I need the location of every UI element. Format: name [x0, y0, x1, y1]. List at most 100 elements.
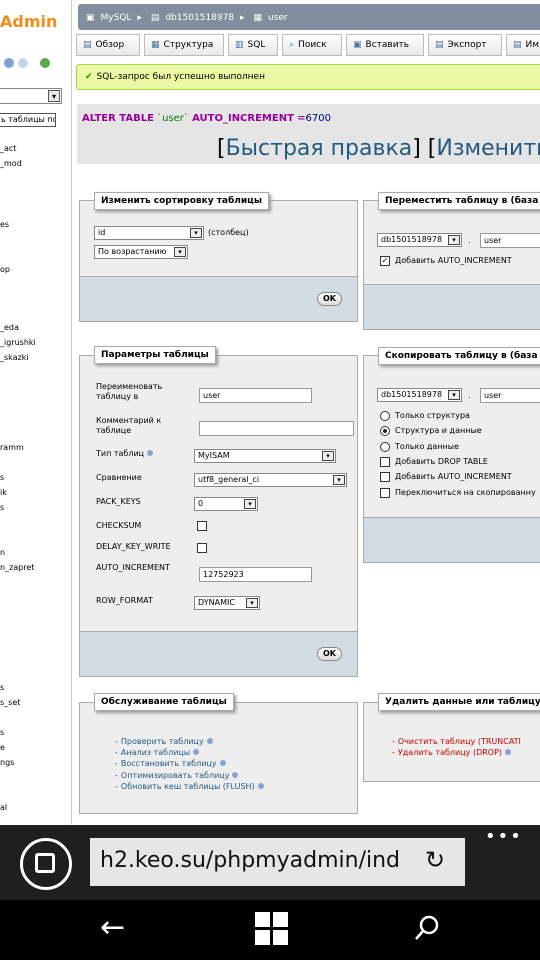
url-input[interactable]: h2.keo.su/phpmyadmin/ind	[90, 838, 465, 886]
table-type-label: Тип таблиц	[96, 449, 154, 458]
copy-auto-increment-label: Добавить AUTO_INCREMENT	[395, 472, 512, 481]
copy-drop-table-checkbox[interactable]	[380, 457, 390, 467]
main-content: ▣ MySQL ▸ ▤ db1501518978 ▸ ▦ user ▤ Обзор ▦ Стр…	[72, 0, 540, 825]
auto-increment-label: AUTO_INCREMENT	[96, 563, 170, 572]
more-icon[interactable]: •••	[485, 826, 523, 847]
sidebar-item[interactable]: _mod	[0, 159, 22, 168]
truncate-table-link[interactable]: Очистить таблицу (TRUNCATI	[398, 737, 521, 746]
params-fieldset	[79, 355, 358, 677]
copy-structure-and-data-radio[interactable]	[380, 426, 390, 436]
tab-export[interactable]: ▤ Экспорт	[428, 34, 502, 56]
move-dot: .	[468, 236, 471, 245]
chevron-down-icon: ▾	[246, 598, 258, 608]
copy-data-only-radio[interactable]	[380, 442, 390, 452]
drop-table-link[interactable]: Удалить таблицу (DROP)	[398, 748, 502, 757]
repair-table-link[interactable]: Восстановить таблицу	[121, 759, 217, 768]
sidebar-item[interactable]: _igrushki	[0, 338, 36, 347]
copy-auto-increment-checkbox[interactable]	[380, 472, 390, 482]
copy-structure-only-radio[interactable]	[380, 411, 390, 421]
server-icon: ▣	[86, 13, 95, 23]
sidebar-item[interactable]: op	[0, 265, 10, 274]
table-filter-input[interactable]: ь таблицы по	[0, 113, 56, 127]
rename-input[interactable]: user	[199, 388, 312, 403]
delay-key-write-label: DELAY_KEY_WRITE	[96, 542, 171, 551]
tab-browse[interactable]: ▤ Обзор	[76, 34, 140, 56]
success-message: ✔ SQL-запрос был успешно выполнен	[76, 64, 540, 90]
refresh-icon[interactable]	[40, 58, 50, 68]
sidebar-item[interactable]: s	[0, 683, 4, 692]
tab-structure[interactable]: ▦ Структура	[144, 34, 224, 56]
table-type-select[interactable]: MyISAM ▾	[194, 449, 336, 463]
sidebar-item[interactable]: s	[0, 503, 4, 512]
logo[interactable]: Admin	[0, 12, 57, 31]
tabs-icon[interactable]	[20, 838, 72, 890]
row-format-select[interactable]: DYNAMIC ▾	[194, 596, 260, 610]
copy-db-select[interactable]: db1501518978 ▾	[377, 388, 462, 402]
help-icon[interactable]	[206, 738, 213, 744]
list-item: - Очистить таблицу (TRUNCATI	[392, 737, 521, 746]
copy-dot: .	[468, 391, 471, 400]
sidebar-item[interactable]: al	[0, 803, 7, 812]
breadcrumb-database[interactable]: db1501518978	[165, 13, 234, 23]
edit-link[interactable]: Изменить	[436, 136, 540, 161]
help-icon[interactable]	[147, 450, 154, 456]
windows-icon[interactable]	[255, 912, 289, 946]
list-item: - Проверить таблицу	[115, 737, 213, 746]
reload-icon[interactable]: ↻	[425, 846, 445, 874]
list-item: - Оптимизировать таблицу	[115, 771, 239, 780]
settings-icon[interactable]	[18, 58, 28, 68]
params-ok-button[interactable]: OK	[317, 647, 342, 661]
comment-input[interactable]	[199, 421, 354, 436]
move-db-select[interactable]: db1501518978 ▾	[377, 233, 462, 247]
help-icon[interactable]	[505, 749, 512, 755]
database-select[interactable]: ▾	[0, 88, 62, 104]
optimize-table-link[interactable]: Оптимизировать таблицу	[121, 771, 230, 780]
sort-column-select[interactable]: id ▾	[94, 226, 204, 240]
sidebar-item[interactable]: es	[0, 220, 9, 229]
checksum-checkbox[interactable]	[197, 521, 207, 531]
move-table-input[interactable]: user	[480, 233, 540, 248]
sidebar-item[interactable]: _skazki	[0, 353, 29, 362]
sort-order-select[interactable]: По возрастанию ▾	[94, 245, 188, 259]
pack-keys-select[interactable]: 0 ▾	[194, 497, 258, 511]
sidebar-item[interactable]: ramm	[0, 443, 24, 452]
help-icon[interactable]	[257, 783, 264, 789]
sidebar-item[interactable]: s_set	[0, 698, 20, 707]
tab-import[interactable]: ▤ Им	[506, 34, 540, 56]
collation-select[interactable]: utf8_general_ci ▾	[194, 473, 347, 487]
copy-switch-checkbox[interactable]	[380, 488, 390, 498]
search-icon[interactable]	[414, 915, 440, 941]
flush-table-link[interactable]: Обновить кеш таблицы (FLUSH)	[121, 782, 255, 791]
help-icon[interactable]	[232, 772, 239, 778]
move-auto-increment-label: Добавить AUTO_INCREMENT	[395, 256, 512, 265]
auto-increment-input[interactable]: 12752923	[199, 567, 312, 582]
sidebar-item[interactable]: ngs	[0, 758, 14, 767]
breadcrumb-table[interactable]: user	[268, 13, 288, 23]
sidebar-item[interactable]: n_zapret	[0, 563, 34, 572]
sidebar-item[interactable]: _eda	[0, 323, 19, 332]
help-icon[interactable]	[219, 760, 226, 766]
sort-ok-button[interactable]: OK	[317, 292, 342, 306]
sidebar-item[interactable]: ik	[0, 488, 7, 497]
back-icon[interactable]: ←	[100, 910, 125, 945]
delay-key-write-checkbox[interactable]	[197, 543, 207, 553]
check-table-link[interactable]: Проверить таблицу	[121, 737, 204, 746]
tab-sql[interactable]: ▥ SQL	[228, 34, 278, 56]
sidebar-item[interactable]: n	[0, 548, 5, 557]
sort-column-suffix: (столбец)	[208, 228, 249, 237]
home-icon[interactable]	[4, 58, 14, 68]
move-auto-increment-checkbox[interactable]: ✓	[380, 256, 390, 266]
breadcrumb-server[interactable]: MySQL	[101, 13, 132, 23]
copy-table-input[interactable]: user	[480, 388, 540, 403]
database-icon: ▤	[150, 13, 160, 23]
sidebar-item[interactable]: e	[0, 743, 5, 752]
search-icon: ⌕	[289, 40, 295, 50]
tab-insert[interactable]: ▣ Вставить	[346, 34, 424, 56]
help-icon[interactable]	[193, 749, 200, 755]
sidebar-item[interactable]: s	[0, 473, 4, 482]
quick-edit-link[interactable]: Быстрая правка	[226, 136, 413, 161]
analyze-table-link[interactable]: Анализ таблицы	[121, 748, 190, 757]
tab-search[interactable]: ⌕ Поиск	[282, 34, 342, 56]
sidebar-item[interactable]: s	[0, 728, 4, 737]
sidebar-item[interactable]: _act	[0, 144, 16, 153]
